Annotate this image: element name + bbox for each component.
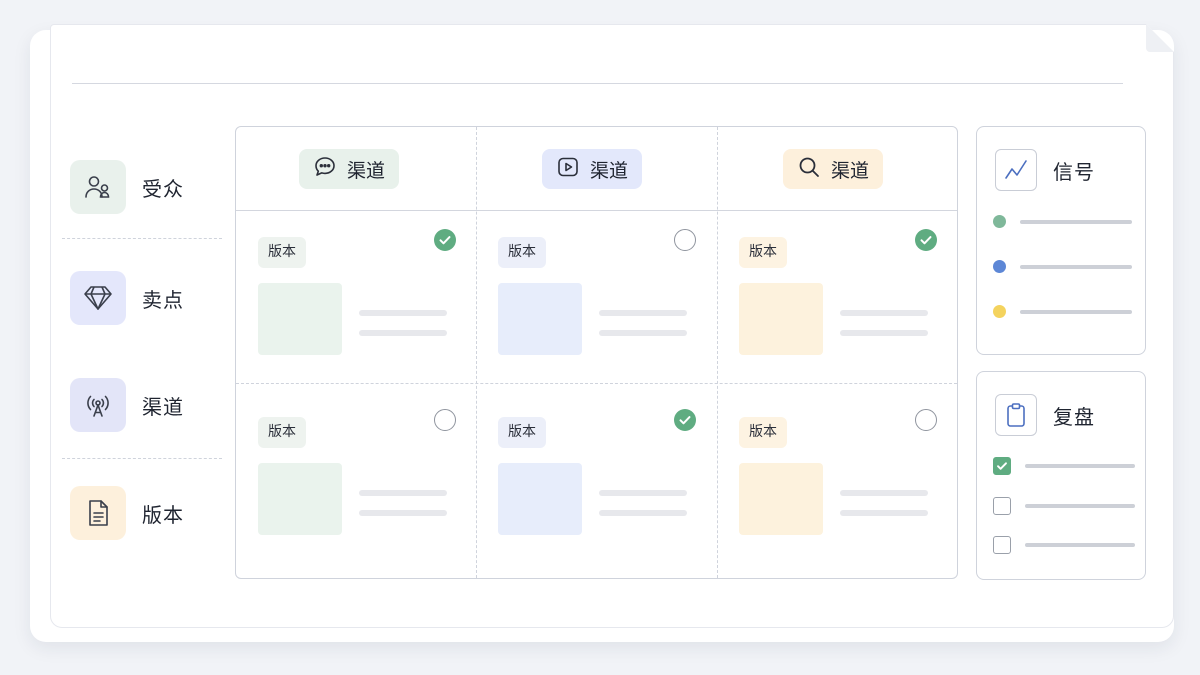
checked-icon[interactable] xyxy=(915,229,937,251)
version-card: 版本 xyxy=(476,391,716,563)
legend-item-version: 版本 xyxy=(70,486,184,540)
text-placeholder xyxy=(1025,464,1135,468)
version-tag: 版本 xyxy=(739,417,787,448)
review-panel: 复盘 xyxy=(976,371,1146,580)
thumbnail xyxy=(258,463,342,535)
legend-label: 受众 xyxy=(142,176,184,201)
channel-header-video: 渠道 xyxy=(542,149,643,189)
legend-divider xyxy=(62,458,222,459)
channel-header-label: 渠道 xyxy=(347,159,386,182)
text-placeholder xyxy=(599,310,687,316)
text-placeholder xyxy=(840,330,928,336)
version-card: 版本 xyxy=(236,391,476,563)
signal-row xyxy=(993,260,1132,273)
version-tag: 版本 xyxy=(498,417,546,448)
document-icon xyxy=(70,486,126,540)
text-placeholder xyxy=(359,490,447,496)
signal-panel-header: 信号 xyxy=(995,149,1095,191)
review-check-row[interactable] xyxy=(993,536,1135,554)
thumbnail xyxy=(258,283,342,355)
version-tag: 版本 xyxy=(739,237,787,268)
thumbnail xyxy=(498,463,582,535)
version-tag: 版本 xyxy=(258,237,306,268)
top-rule xyxy=(72,83,1123,84)
channel-header-label: 渠道 xyxy=(590,159,629,182)
panel-title: 复盘 xyxy=(1053,404,1095,429)
broadcast-icon xyxy=(70,378,126,432)
signal-row xyxy=(993,215,1132,228)
channel-header-search: 渠道 xyxy=(783,149,884,189)
version-tag: 版本 xyxy=(258,417,306,448)
video-icon xyxy=(556,155,580,184)
legend-divider xyxy=(62,238,222,239)
chat-icon xyxy=(313,155,337,184)
unchecked-circle-icon[interactable] xyxy=(674,229,696,251)
checked-icon[interactable] xyxy=(674,409,696,431)
checkbox-empty-icon[interactable] xyxy=(993,536,1011,554)
legend-item-selling-point: 卖点 xyxy=(70,271,184,325)
thumbnail xyxy=(498,283,582,355)
version-card: 版本 xyxy=(476,211,716,383)
legend-item-audience: 受众 xyxy=(70,160,184,214)
channel-header-chat: 渠道 xyxy=(299,149,400,189)
unchecked-circle-icon[interactable] xyxy=(915,409,937,431)
review-check-row[interactable] xyxy=(993,497,1135,515)
legend-item-channel: 渠道 xyxy=(70,378,184,432)
legend-label: 卖点 xyxy=(142,287,184,312)
text-placeholder xyxy=(1020,309,1132,314)
text-placeholder xyxy=(840,510,928,516)
search-icon xyxy=(797,155,821,184)
text-placeholder xyxy=(599,330,687,336)
text-placeholder xyxy=(359,310,447,316)
text-placeholder xyxy=(1025,543,1135,547)
version-tag: 版本 xyxy=(498,237,546,268)
text-placeholder xyxy=(1025,504,1135,508)
panel-title: 信号 xyxy=(1053,159,1095,184)
row-divider xyxy=(236,383,957,384)
clipboard-icon xyxy=(995,394,1037,436)
signal-row xyxy=(993,305,1132,318)
green-dot-icon xyxy=(993,215,1006,228)
text-placeholder xyxy=(1020,264,1132,269)
unchecked-circle-icon[interactable] xyxy=(434,409,456,431)
legend-label: 版本 xyxy=(142,502,184,527)
blue-dot-icon xyxy=(993,260,1006,273)
version-card: 版本 xyxy=(717,391,957,563)
review-panel-header: 复盘 xyxy=(995,394,1095,436)
text-placeholder xyxy=(599,510,687,516)
thumbnail xyxy=(739,283,823,355)
text-placeholder xyxy=(840,490,928,496)
text-placeholder xyxy=(840,310,928,316)
review-check-row[interactable] xyxy=(993,457,1135,475)
signal-panel: 信号 xyxy=(976,126,1146,355)
trend-line-icon xyxy=(995,149,1037,191)
thumbnail xyxy=(739,463,823,535)
text-placeholder xyxy=(599,490,687,496)
version-card: 版本 xyxy=(236,211,476,383)
channel-version-grid: 渠道 渠道 渠道 版本 版本 版本 版本 版本 版本 xyxy=(235,126,958,579)
checked-icon[interactable] xyxy=(434,229,456,251)
diamond-icon xyxy=(70,271,126,325)
yellow-dot-icon xyxy=(993,305,1006,318)
users-icon xyxy=(70,160,126,214)
text-placeholder xyxy=(1020,219,1132,224)
checkbox-empty-icon[interactable] xyxy=(993,497,1011,515)
text-placeholder xyxy=(359,330,447,336)
legend-label: 渠道 xyxy=(142,394,184,419)
checkbox-checked-icon[interactable] xyxy=(993,457,1011,475)
text-placeholder xyxy=(359,510,447,516)
version-card: 版本 xyxy=(717,211,957,383)
channel-header-label: 渠道 xyxy=(831,159,870,182)
